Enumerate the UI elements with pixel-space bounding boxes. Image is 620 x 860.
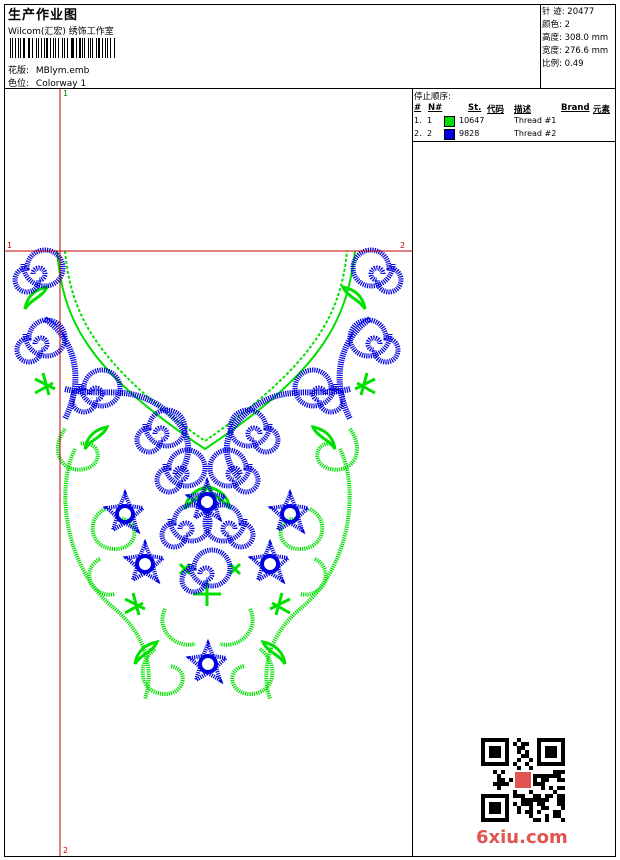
- watermark-logo: 6xiu.com: [476, 827, 568, 848]
- collar-outline: [56, 250, 356, 451]
- col-hash: #: [414, 103, 422, 113]
- width-value: 276.6 mm: [564, 46, 609, 56]
- row-index: 1.: [414, 116, 422, 125]
- right-guide-marker: 2: [400, 241, 406, 250]
- sidebar-divider: [412, 88, 413, 856]
- colors-label: 颜色:: [542, 20, 562, 30]
- col-description: 描述: [514, 105, 532, 115]
- col-brand: Brand: [561, 103, 590, 113]
- col-needle: N#: [428, 103, 443, 113]
- design-name-row: 花版: MBlym.emb: [8, 63, 89, 76]
- stop-sequence-title: 停止顺序:: [414, 92, 451, 102]
- studio-name: Wilcom(汇宏) 绣饰工作室: [8, 27, 114, 37]
- row-needle: 1: [427, 116, 433, 125]
- bottom-guide-marker: 2: [63, 846, 69, 855]
- scale-value: 0.49: [564, 59, 584, 69]
- stitches-label: 针 迹:: [542, 7, 565, 17]
- row-code: 10647: [459, 116, 485, 125]
- col-code: 代码: [487, 105, 505, 115]
- left-guide-marker: 1: [7, 241, 13, 250]
- embroidery-design: [5, 89, 412, 856]
- qr-code: [481, 738, 565, 822]
- row-index: 2.: [414, 129, 422, 138]
- col-element: 元素: [593, 105, 611, 115]
- stats-divider: [540, 5, 541, 88]
- row-code: 9828: [459, 129, 480, 138]
- thread-swatch: [444, 116, 455, 127]
- col-stitch: St.: [468, 103, 482, 113]
- colors-value: 2: [564, 20, 570, 30]
- green-vines: [55, 427, 360, 700]
- height-value: 308.0 mm: [564, 33, 609, 43]
- top-guide-marker: 1: [63, 89, 69, 98]
- stop-table-bottom: [412, 141, 616, 142]
- blue-scrolls: [15, 250, 401, 592]
- design-stats: 针 迹: 20477 颜色: 2 高度: 308.0 mm 宽度: 276.6 …: [542, 6, 608, 71]
- barcode: [10, 38, 116, 58]
- design-label: 花版:: [8, 66, 30, 76]
- row-description: Thread #2: [514, 129, 557, 138]
- scale-label: 比例:: [542, 59, 562, 69]
- stitches-value: 20477: [567, 7, 595, 17]
- row-needle: 2: [427, 129, 433, 138]
- page-title: 生产作业图: [8, 8, 79, 23]
- thread-swatch: [444, 129, 455, 140]
- design-value: MBlym.emb: [35, 66, 90, 76]
- width-label: 宽度:: [542, 46, 562, 56]
- height-label: 高度:: [542, 33, 562, 43]
- row-description: Thread #1: [514, 116, 557, 125]
- design-canvas: 1 1 2 2: [5, 89, 412, 856]
